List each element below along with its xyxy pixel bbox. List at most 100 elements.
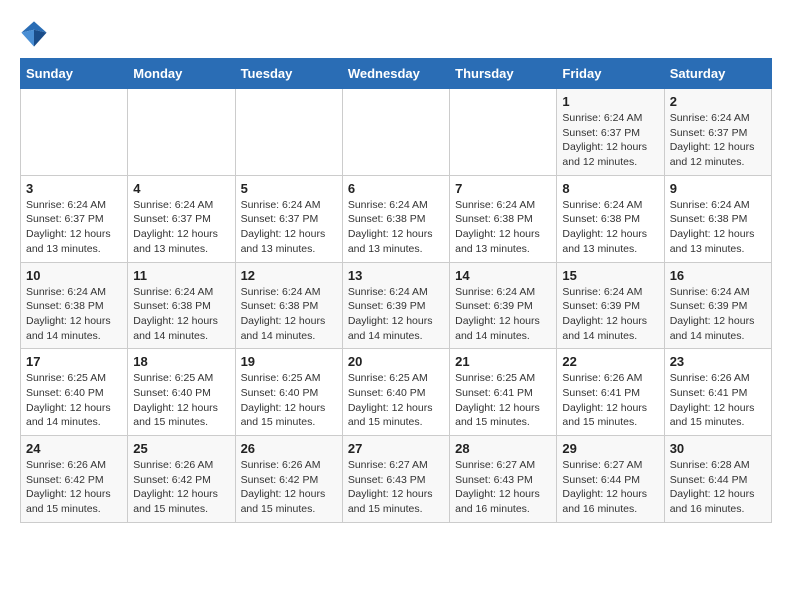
calendar-body: 1 Sunrise: 6:24 AM Sunset: 6:37 PM Daylig… <box>21 89 772 523</box>
calendar-cell <box>21 89 128 176</box>
day-number: 2 <box>670 94 766 109</box>
calendar-week-row: 1 Sunrise: 6:24 AM Sunset: 6:37 PM Daylig… <box>21 89 772 176</box>
day-info: Sunrise: 6:24 AM Sunset: 6:39 PM Dayligh… <box>670 285 766 344</box>
day-info: Sunrise: 6:24 AM Sunset: 6:37 PM Dayligh… <box>562 111 658 170</box>
day-number: 6 <box>348 181 444 196</box>
day-info: Sunrise: 6:24 AM Sunset: 6:38 PM Dayligh… <box>348 198 444 257</box>
day-info: Sunrise: 6:24 AM Sunset: 6:37 PM Dayligh… <box>241 198 337 257</box>
day-number: 4 <box>133 181 229 196</box>
day-number: 12 <box>241 268 337 283</box>
calendar-cell: 26 Sunrise: 6:26 AM Sunset: 6:42 PM Dayli… <box>235 436 342 523</box>
calendar-cell: 17 Sunrise: 6:25 AM Sunset: 6:40 PM Dayli… <box>21 349 128 436</box>
calendar-week-row: 24 Sunrise: 6:26 AM Sunset: 6:42 PM Dayli… <box>21 436 772 523</box>
calendar-cell: 15 Sunrise: 6:24 AM Sunset: 6:39 PM Dayli… <box>557 262 664 349</box>
logo-icon <box>20 20 48 48</box>
day-info: Sunrise: 6:25 AM Sunset: 6:40 PM Dayligh… <box>26 371 122 430</box>
day-number: 25 <box>133 441 229 456</box>
day-number: 30 <box>670 441 766 456</box>
day-number: 24 <box>26 441 122 456</box>
calendar-cell <box>128 89 235 176</box>
day-of-week-header: Thursday <box>450 59 557 89</box>
day-number: 17 <box>26 354 122 369</box>
calendar-cell <box>342 89 449 176</box>
day-number: 16 <box>670 268 766 283</box>
day-of-week-header: Monday <box>128 59 235 89</box>
day-info: Sunrise: 6:25 AM Sunset: 6:40 PM Dayligh… <box>241 371 337 430</box>
day-info: Sunrise: 6:26 AM Sunset: 6:42 PM Dayligh… <box>133 458 229 517</box>
calendar-table: SundayMondayTuesdayWednesdayThursdayFrid… <box>20 58 772 523</box>
calendar-cell: 29 Sunrise: 6:27 AM Sunset: 6:44 PM Dayli… <box>557 436 664 523</box>
day-number: 20 <box>348 354 444 369</box>
day-info: Sunrise: 6:24 AM Sunset: 6:38 PM Dayligh… <box>241 285 337 344</box>
day-info: Sunrise: 6:24 AM Sunset: 6:38 PM Dayligh… <box>133 285 229 344</box>
calendar-week-row: 10 Sunrise: 6:24 AM Sunset: 6:38 PM Dayli… <box>21 262 772 349</box>
calendar-cell: 9 Sunrise: 6:24 AM Sunset: 6:38 PM Daylig… <box>664 175 771 262</box>
calendar-cell: 22Sunrise: 6:26 AM Sunset: 6:41 PM Dayli… <box>557 349 664 436</box>
calendar-cell: 2 Sunrise: 6:24 AM Sunset: 6:37 PM Daylig… <box>664 89 771 176</box>
day-number: 13 <box>348 268 444 283</box>
day-number: 1 <box>562 94 658 109</box>
day-number: 19 <box>241 354 337 369</box>
calendar-cell: 27Sunrise: 6:27 AM Sunset: 6:43 PM Dayli… <box>342 436 449 523</box>
calendar-cell: 28 Sunrise: 6:27 AM Sunset: 6:43 PM Dayli… <box>450 436 557 523</box>
calendar-cell: 25 Sunrise: 6:26 AM Sunset: 6:42 PM Dayli… <box>128 436 235 523</box>
day-info: Sunrise: 6:27 AM Sunset: 6:43 PM Dayligh… <box>455 458 551 517</box>
day-number: 3 <box>26 181 122 196</box>
day-number: 29 <box>562 441 658 456</box>
day-number: 8 <box>562 181 658 196</box>
calendar-cell <box>235 89 342 176</box>
day-info: Sunrise: 6:25 AM Sunset: 6:41 PM Dayligh… <box>455 371 551 430</box>
calendar-cell: 30 Sunrise: 6:28 AM Sunset: 6:44 PM Dayli… <box>664 436 771 523</box>
day-info: Sunrise: 6:24 AM Sunset: 6:38 PM Dayligh… <box>562 198 658 257</box>
day-number: 9 <box>670 181 766 196</box>
day-number: 10 <box>26 268 122 283</box>
day-info: Sunrise: 6:24 AM Sunset: 6:39 PM Dayligh… <box>348 285 444 344</box>
calendar-cell: 14 Sunrise: 6:24 AM Sunset: 6:39 PM Dayli… <box>450 262 557 349</box>
day-number: 28 <box>455 441 551 456</box>
day-info: Sunrise: 6:28 AM Sunset: 6:44 PM Dayligh… <box>670 458 766 517</box>
calendar-cell: 5 Sunrise: 6:24 AM Sunset: 6:37 PM Daylig… <box>235 175 342 262</box>
day-number: 26 <box>241 441 337 456</box>
day-info: Sunrise: 6:24 AM Sunset: 6:37 PM Dayligh… <box>133 198 229 257</box>
day-info: Sunrise: 6:27 AM Sunset: 6:44 PM Dayligh… <box>562 458 658 517</box>
calendar-cell: 23 Sunrise: 6:26 AM Sunset: 6:41 PM Dayli… <box>664 349 771 436</box>
calendar-cell <box>450 89 557 176</box>
day-info: Sunrise: 6:24 AM Sunset: 6:38 PM Dayligh… <box>26 285 122 344</box>
calendar-week-row: 17 Sunrise: 6:25 AM Sunset: 6:40 PM Dayli… <box>21 349 772 436</box>
day-info: Sunrise: 6:24 AM Sunset: 6:37 PM Dayligh… <box>670 111 766 170</box>
day-of-week-header: Wednesday <box>342 59 449 89</box>
day-number: 15 <box>562 268 658 283</box>
page-header <box>20 20 772 48</box>
day-of-week-header: Saturday <box>664 59 771 89</box>
day-of-week-header: Friday <box>557 59 664 89</box>
calendar-cell: 16 Sunrise: 6:24 AM Sunset: 6:39 PM Dayli… <box>664 262 771 349</box>
calendar-cell: 18Sunrise: 6:25 AM Sunset: 6:40 PM Dayli… <box>128 349 235 436</box>
logo <box>20 20 54 48</box>
calendar-cell: 19 Sunrise: 6:25 AM Sunset: 6:40 PM Dayli… <box>235 349 342 436</box>
calendar-cell: 24 Sunrise: 6:26 AM Sunset: 6:42 PM Dayli… <box>21 436 128 523</box>
day-number: 23 <box>670 354 766 369</box>
day-info: Sunrise: 6:25 AM Sunset: 6:40 PM Dayligh… <box>133 371 229 430</box>
day-info: Sunrise: 6:24 AM Sunset: 6:37 PM Dayligh… <box>26 198 122 257</box>
day-info: Sunrise: 6:24 AM Sunset: 6:39 PM Dayligh… <box>562 285 658 344</box>
day-info: Sunrise: 6:27 AM Sunset: 6:43 PM Dayligh… <box>348 458 444 517</box>
day-number: 5 <box>241 181 337 196</box>
calendar-cell: 6 Sunrise: 6:24 AM Sunset: 6:38 PM Daylig… <box>342 175 449 262</box>
calendar-cell: 7Sunrise: 6:24 AM Sunset: 6:38 PM Daylig… <box>450 175 557 262</box>
calendar-cell: 11Sunrise: 6:24 AM Sunset: 6:38 PM Dayli… <box>128 262 235 349</box>
day-info: Sunrise: 6:26 AM Sunset: 6:41 PM Dayligh… <box>562 371 658 430</box>
day-info: Sunrise: 6:26 AM Sunset: 6:42 PM Dayligh… <box>241 458 337 517</box>
day-number: 7 <box>455 181 551 196</box>
calendar-header: SundayMondayTuesdayWednesdayThursdayFrid… <box>21 59 772 89</box>
day-info: Sunrise: 6:24 AM Sunset: 6:39 PM Dayligh… <box>455 285 551 344</box>
calendar-week-row: 3 Sunrise: 6:24 AM Sunset: 6:37 PM Daylig… <box>21 175 772 262</box>
calendar-cell: 12 Sunrise: 6:24 AM Sunset: 6:38 PM Dayli… <box>235 262 342 349</box>
day-info: Sunrise: 6:26 AM Sunset: 6:41 PM Dayligh… <box>670 371 766 430</box>
day-info: Sunrise: 6:24 AM Sunset: 6:38 PM Dayligh… <box>670 198 766 257</box>
day-number: 21 <box>455 354 551 369</box>
day-info: Sunrise: 6:25 AM Sunset: 6:40 PM Dayligh… <box>348 371 444 430</box>
calendar-cell: 1 Sunrise: 6:24 AM Sunset: 6:37 PM Daylig… <box>557 89 664 176</box>
day-number: 14 <box>455 268 551 283</box>
day-of-week-header: Sunday <box>21 59 128 89</box>
day-info: Sunrise: 6:26 AM Sunset: 6:42 PM Dayligh… <box>26 458 122 517</box>
